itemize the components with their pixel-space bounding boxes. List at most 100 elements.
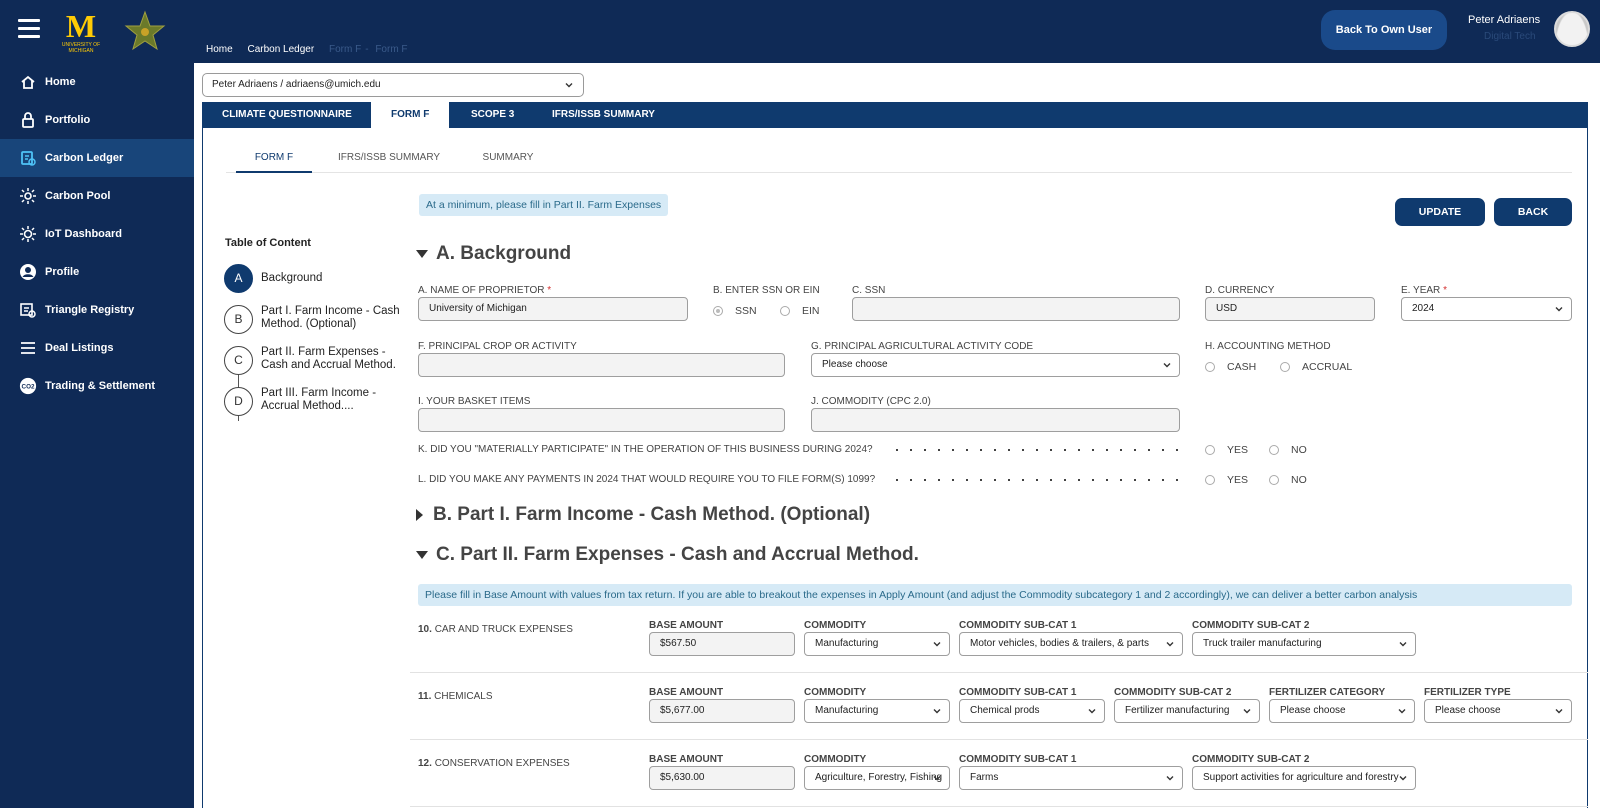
svg-text:CO2: CO2 <box>22 384 35 391</box>
sidebar: Home Portfolio Carbon Ledger Carbon Pool… <box>0 63 194 808</box>
avatar[interactable] <box>1554 11 1590 47</box>
minimum-notice: At a minimum, please fill in Part II. Fa… <box>419 194 669 216</box>
back-to-own-user-button[interactable]: Back To Own User <box>1321 10 1447 50</box>
chevron-down-icon <box>1088 709 1096 714</box>
sidebar-item-carbon-pool[interactable]: Carbon Pool <box>0 177 194 215</box>
toc-label: Part I. Farm Income - Cash Method. (Opti… <box>261 305 400 330</box>
commodity-select[interactable]: Agriculture, Forestry, Fishing <box>804 766 950 790</box>
chevron-down-icon <box>933 776 941 781</box>
menu-icon[interactable] <box>18 19 40 39</box>
sidebar-item-trading-settlement[interactable]: CO2 Trading & Settlement <box>0 367 194 405</box>
sub-cat-2-label: COMMODITY SUB-CAT 2 <box>1192 754 1310 765</box>
sub-cat-1-select[interactable]: Motor vehicles, bodies & trailers, & par… <box>959 632 1183 656</box>
user-select[interactable]: Peter Adriaens / adriaens@umich.edu <box>202 73 584 97</box>
sidebar-item-label: Carbon Ledger <box>45 152 124 164</box>
commodity-label: COMMODITY <box>804 754 867 765</box>
sidebar-item-home[interactable]: Home <box>0 63 194 101</box>
user-role: Digital Tech <box>1484 31 1536 42</box>
row-divider <box>410 739 1588 740</box>
sub-cat-2-select[interactable]: Support activities for agriculture and f… <box>1192 766 1416 790</box>
section-a-header[interactable]: A. Background <box>416 243 571 265</box>
toc-item-part-2[interactable]: C Part II. Farm Expenses - Cash and Accr… <box>224 346 396 376</box>
tab-form-f[interactable]: FORM F <box>371 102 450 128</box>
year-select[interactable]: 2024 <box>1401 297 1572 321</box>
main-content: Peter Adriaens / adriaens@umich.edu CLIM… <box>194 63 1600 808</box>
section-b-header[interactable]: B. Part I. Farm Income - Cash Method. (O… <box>416 504 870 526</box>
user-select-value: Peter Adriaens / adriaens@umich.edu <box>212 79 381 90</box>
sidebar-item-deal-listings[interactable]: Deal Listings <box>0 329 194 367</box>
activity-code-select[interactable]: Please choose <box>811 353 1180 377</box>
subtab-ifrs-issb-summary[interactable]: IFRS/ISSB SUMMARY <box>334 149 444 173</box>
sidebar-item-iot-dashboard[interactable]: IoT Dashboard <box>0 215 194 253</box>
expense-row-label: 10. CAR AND TRUCK EXPENSES <box>418 624 573 635</box>
sidebar-item-carbon-ledger[interactable]: Carbon Ledger <box>0 139 194 177</box>
section-c-header[interactable]: C. Part II. Farm Expenses - Cash and Acc… <box>416 544 919 566</box>
base-amount-label: BASE AMOUNT <box>649 620 724 631</box>
sub-cat-2-select[interactable]: Fertilizer manufacturing <box>1114 699 1260 723</box>
fertilizer-type-select[interactable]: Please choose <box>1424 699 1572 723</box>
row-divider <box>410 806 1588 807</box>
sidebar-item-label: IoT Dashboard <box>45 228 123 240</box>
k-no-radio[interactable]: NO <box>1269 444 1307 456</box>
k-yes-radio[interactable]: YES <box>1205 444 1248 456</box>
collapse-icon <box>416 550 428 559</box>
breadcrumb-current: Form F <box>375 44 408 55</box>
tab-ifrs-issb-summary[interactable]: IFRS/ISSB SUMMARY <box>532 102 675 128</box>
basket-input[interactable] <box>418 408 785 432</box>
proprietor-name-input[interactable]: University of Michigan <box>418 297 688 321</box>
sidebar-item-label: Deal Listings <box>45 342 114 354</box>
breadcrumb-home[interactable]: Home <box>206 44 233 55</box>
currency-input[interactable]: USD <box>1205 297 1375 321</box>
toc-label: Part III. Farm Income - Accrual Method..… <box>261 387 377 412</box>
sidebar-item-triangle-registry[interactable]: Triangle Registry <box>0 291 194 329</box>
accrual-radio[interactable]: ACCRUAL <box>1280 361 1352 373</box>
breadcrumb-carbon-ledger[interactable]: Carbon Ledger <box>247 44 314 55</box>
sidebar-item-portfolio[interactable]: Portfolio <box>0 101 194 139</box>
portfolio-icon <box>19 111 37 129</box>
university-logo[interactable]: M UNIVERSITY OF MICHIGAN <box>60 10 102 54</box>
sub-cat-1-select[interactable]: Farms <box>959 766 1183 790</box>
base-amount-input[interactable]: $5,677.00 <box>649 699 795 723</box>
l-no-radio[interactable]: NO <box>1269 474 1307 486</box>
toc-label: Part II. Farm Expenses - Cash and Accrua… <box>261 346 396 371</box>
chevron-down-icon <box>1166 776 1174 781</box>
subtab-summary[interactable]: SUMMARY <box>478 149 538 173</box>
toc-item-background[interactable]: A Background <box>224 264 394 294</box>
breadcrumb-form-f[interactable]: Form F <box>329 44 361 55</box>
sub-cat-1-select[interactable]: Chemical prods <box>959 699 1105 723</box>
carbon-ledger-icon <box>19 149 37 167</box>
commodity-select[interactable]: Manufacturing <box>804 699 950 723</box>
sub-cat-2-select[interactable]: Truck trailer manufacturing <box>1192 632 1416 656</box>
tab-scope-3[interactable]: SCOPE 3 <box>451 102 534 128</box>
toc-item-part-3[interactable]: D Part III. Farm Income - Accrual Method… <box>224 387 394 417</box>
dot-leader <box>890 449 1186 451</box>
toc-step-b: B <box>224 305 253 334</box>
expand-icon <box>416 508 423 521</box>
star-logo-icon[interactable] <box>124 10 166 52</box>
tab-climate-questionnaire[interactable]: CLIMATE QUESTIONNAIRE <box>202 102 372 128</box>
dot-leader <box>890 479 1186 481</box>
back-button[interactable]: BACK <box>1494 198 1572 226</box>
chevron-down-icon <box>1398 709 1406 714</box>
ssn-ein-label: B. ENTER SSN OR EIN <box>713 285 820 296</box>
base-amount-input[interactable]: $567.50 <box>649 632 795 656</box>
update-button[interactable]: UPDATE <box>1395 198 1485 226</box>
toc-item-part-1[interactable]: B Part I. Farm Income - Cash Method. (Op… <box>224 305 400 335</box>
sub-cat-1-label: COMMODITY SUB-CAT 1 <box>959 620 1077 631</box>
currency-label: D. CURRENCY <box>1205 285 1275 296</box>
cash-radio[interactable]: CASH <box>1205 361 1256 373</box>
commodity-input[interactable] <box>811 408 1180 432</box>
chevron-down-icon <box>1555 709 1563 714</box>
l-yes-radio[interactable]: YES <box>1205 474 1248 486</box>
commodity-select[interactable]: Manufacturing <box>804 632 950 656</box>
ssn-radio[interactable]: SSN <box>713 305 757 317</box>
ein-radio[interactable]: EIN <box>780 305 820 317</box>
crop-input[interactable] <box>418 353 785 377</box>
subtab-form-f[interactable]: FORM F <box>236 149 312 173</box>
sub-tabs: FORM F IFRS/ISSB SUMMARY SUMMARY <box>226 149 1572 173</box>
expense-row-label: 11. CHEMICALS <box>418 691 493 702</box>
fertilizer-category-select[interactable]: Please choose <box>1269 699 1415 723</box>
sidebar-item-profile[interactable]: Profile <box>0 253 194 291</box>
base-amount-input[interactable]: $5,630.00 <box>649 766 795 790</box>
ssn-input[interactable] <box>852 297 1180 321</box>
